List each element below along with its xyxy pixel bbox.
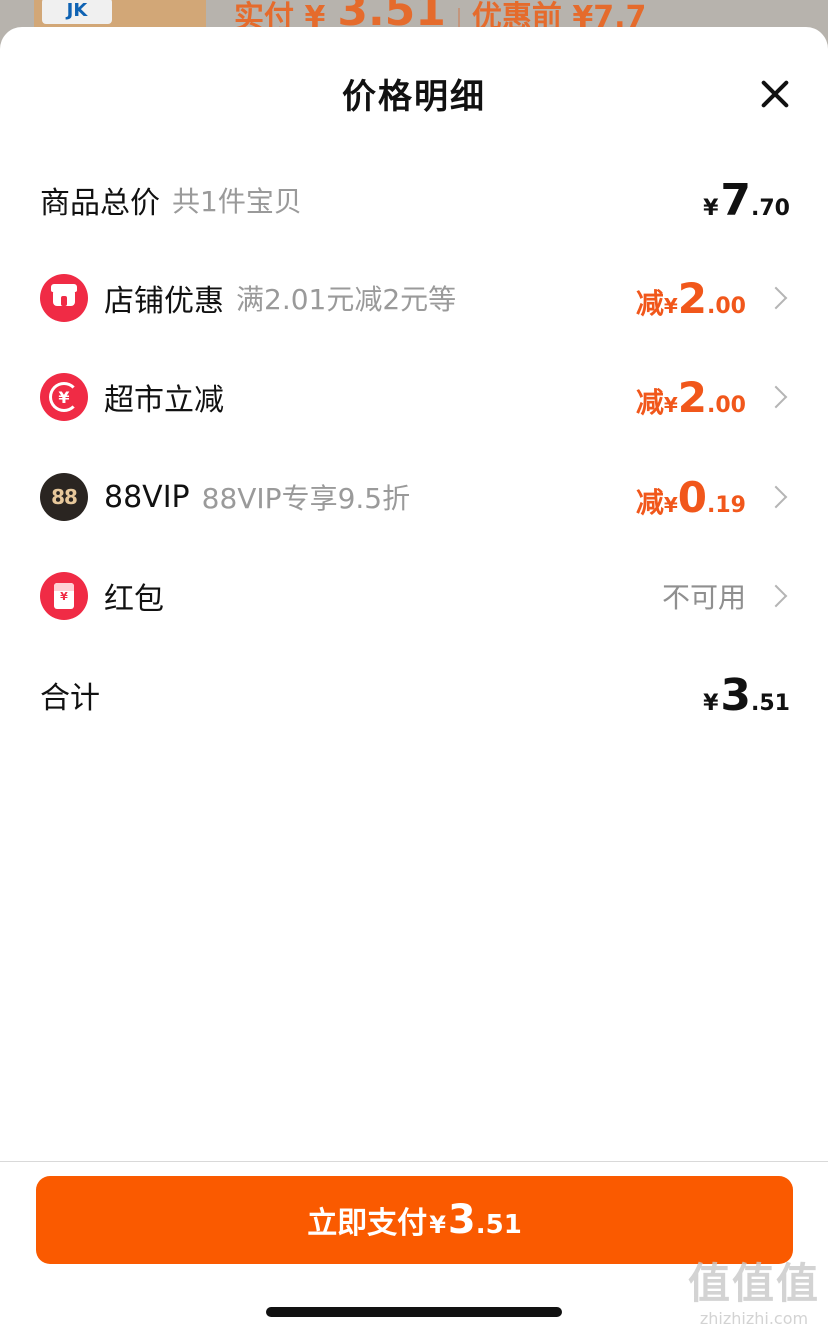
market-discount-amount: 减 ¥ 2 .00 — [636, 373, 746, 422]
watermark: 值值值 zhizhizhi.com — [688, 1250, 820, 1328]
vip-discount-amount: 减 ¥ 0 .19 — [636, 473, 746, 522]
price-integer: 7 — [720, 174, 752, 226]
minus-label: 减 — [635, 286, 664, 320]
yen-symbol: ¥ — [663, 293, 678, 318]
store-discount-label: 店铺优惠 — [104, 284, 224, 319]
home-indicator[interactable] — [266, 1307, 562, 1317]
price-decimal: .51 — [475, 1210, 522, 1240]
price-decimal: .70 — [751, 195, 790, 221]
row-red-packet[interactable]: ¥ 红包 不可用 — [40, 566, 790, 626]
price-decimal: .00 — [707, 392, 746, 418]
watermark-url: zhizhizhi.com — [699, 1309, 809, 1328]
footer-divider — [0, 1161, 828, 1162]
row-88vip-discount[interactable]: 88 88VIP 88VIP专享9.5折 减 ¥ 0 .19 — [40, 467, 790, 527]
sheet-title: 价格明细 — [342, 77, 486, 117]
store-discount-amount: 减 ¥ 2 .00 — [636, 274, 746, 323]
store-icon — [40, 274, 88, 322]
price-detail-sheet: 价格明细 商品总价 共1件宝贝 ¥ 7 .70 店铺优惠 满2.01元减2元等 … — [0, 27, 828, 1336]
brand-logo: JK — [42, 0, 112, 24]
row-market-discount[interactable]: ¥ 超市立减 减 ¥ 2 .00 — [40, 367, 790, 427]
row-total-sum: 合计 ¥ 3 .51 — [40, 665, 790, 725]
yuan-return-icon: ¥ — [40, 373, 88, 421]
chevron-right-icon — [764, 286, 788, 310]
red-packet-icon: ¥ — [40, 572, 88, 620]
minus-label: 减 — [635, 485, 664, 519]
chevron-right-icon — [764, 584, 788, 608]
row-total-goods: 商品总价 共1件宝贝 ¥ 7 .70 — [40, 170, 790, 230]
chevron-right-icon — [764, 485, 788, 509]
price-integer: 0 — [677, 472, 708, 522]
price-integer: 2 — [677, 273, 708, 323]
chevron-right-icon — [764, 385, 788, 409]
minus-label: 减 — [635, 385, 664, 419]
market-discount-label: 超市立减 — [104, 383, 224, 418]
price-decimal: .19 — [707, 492, 746, 518]
price-integer: 3 — [447, 1197, 476, 1243]
close-icon[interactable] — [760, 79, 790, 109]
row-store-discount[interactable]: 店铺优惠 满2.01元减2元等 减 ¥ 2 .00 — [40, 268, 790, 328]
vip-label: 88VIP — [104, 479, 190, 515]
pay-now-button[interactable]: 立即支付 ¥ 3 .51 — [36, 1176, 793, 1264]
yen-symbol: ¥ — [703, 690, 719, 716]
88vip-icon: 88 — [40, 473, 88, 521]
yen-symbol: ¥ — [429, 1211, 446, 1239]
yen-symbol: ¥ — [663, 492, 678, 517]
sum-label: 合计 — [40, 681, 100, 716]
total-goods-count: 共1件宝贝 — [172, 185, 302, 218]
yuan-glyph: ¥ — [49, 382, 79, 412]
red-packet-status: 不可用 — [661, 581, 746, 614]
yen-symbol: ¥ — [703, 195, 719, 221]
price-integer: 2 — [677, 372, 708, 422]
price-decimal: .51 — [751, 690, 790, 716]
price-integer: 3 — [720, 669, 752, 721]
price-decimal: .00 — [707, 293, 746, 319]
red-packet-label: 红包 — [104, 582, 164, 617]
sum-price: ¥ 3 .51 — [703, 670, 790, 721]
total-goods-price: ¥ 7 .70 — [703, 175, 790, 226]
total-goods-label: 商品总价 — [40, 186, 160, 221]
pay-button-label: 立即支付 — [307, 1206, 428, 1241]
vip-detail: 88VIP专享9.5折 — [201, 482, 411, 515]
red-packet-glyph: ¥ — [54, 583, 74, 609]
store-discount-detail: 满2.01元减2元等 — [236, 283, 457, 316]
watermark-logo: 值值值 — [687, 1259, 820, 1308]
yen-symbol: ¥ — [663, 392, 678, 417]
